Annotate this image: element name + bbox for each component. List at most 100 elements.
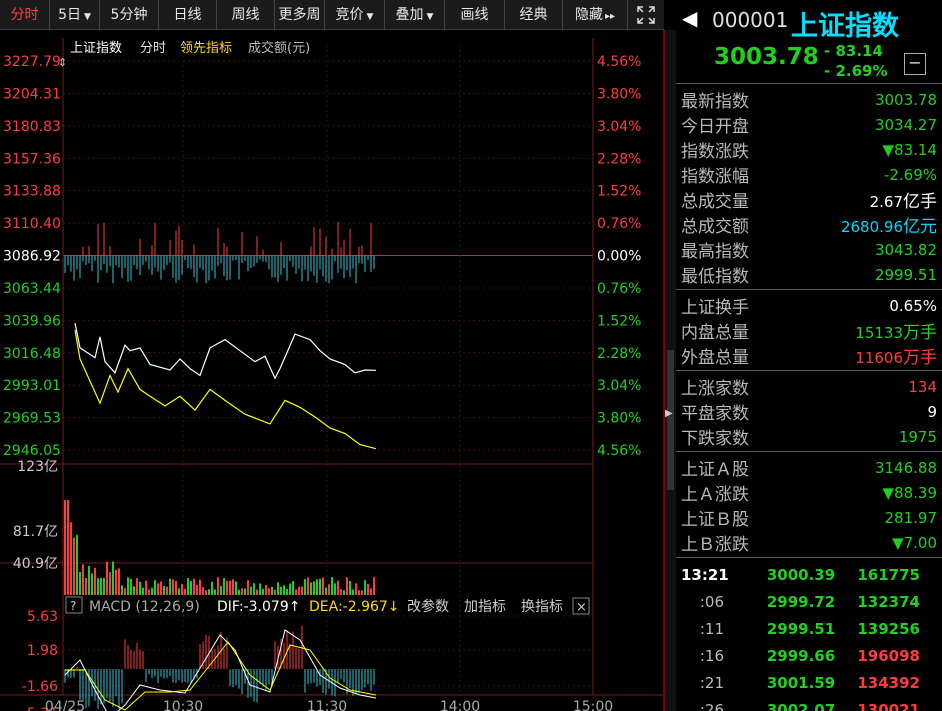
right-axis-label: 4.56% xyxy=(597,54,641,70)
stats-table: 最新指数 3003.78 今日开盘 3034.27 指数涨跌 ▼83.14 指数涨幅 -2.6… xyxy=(676,84,942,558)
toolbar-item-label: 画线 xyxy=(460,7,489,23)
stat-number: 9 xyxy=(927,402,937,421)
stat-value: 11606万手 xyxy=(855,343,937,368)
toolbar-item-9[interactable]: 经典 xyxy=(505,0,563,30)
stat-value: ▼7.00 xyxy=(892,534,937,552)
stat-value: 281.97 xyxy=(885,509,938,527)
toolbar-item-label: 5分钟 xyxy=(110,7,148,23)
tick-price: 2999.66 xyxy=(766,646,836,665)
expand-icon xyxy=(637,6,655,24)
left-axis-label: 3110.40 xyxy=(3,216,61,232)
stat-value: 134 xyxy=(908,378,937,396)
volume-axis-label: 81.7亿 xyxy=(13,524,58,540)
stat-row: 最新指数 3003.78 xyxy=(676,87,942,113)
intraday-chart[interactable]: 上证指数 分时 领先指标 成交额(元) 3227.79 4.56% 3204.31 3.80%… xyxy=(0,30,663,711)
stat-number: ▼83.14 xyxy=(882,140,937,159)
toolbar-item-label: 日线 xyxy=(173,7,202,23)
double-arrow-icon: ▸▸ xyxy=(604,11,616,22)
stat-value: -2.69% xyxy=(884,166,937,184)
stats-group-3: 上证Ａ股 3146.88 上Ａ涨跌 ▼88.39 上证Ｂ股 281.97 上Ｂ涨跌 ▼7.00 xyxy=(676,452,942,558)
left-axis-label: 3086.92 xyxy=(3,249,61,265)
collapse-button[interactable]: − xyxy=(904,53,926,75)
time-axis-label: 04/25 xyxy=(45,699,85,711)
toolbar-item-label: 更多周 xyxy=(278,7,321,23)
time-axis-label: 15:00 xyxy=(573,699,613,711)
add-indicator-button: 加指标 xyxy=(464,599,506,615)
stat-value: ▼83.14 xyxy=(883,141,937,159)
toolbar-item-0[interactable]: 分时 xyxy=(0,0,50,30)
left-axis-label: 3063.44 xyxy=(3,281,61,297)
stat-row: 最高指数 3043.82 xyxy=(676,237,942,263)
right-axis-label: 1.52% xyxy=(597,313,641,329)
toolbar-item-label: 经典 xyxy=(519,7,548,23)
stat-value: 3043.82 xyxy=(875,241,937,259)
stock-code: 000001 xyxy=(712,8,789,32)
left-axis-label: 2993.01 xyxy=(3,378,61,394)
tick-row: 13:21 3000.39 161775 xyxy=(676,561,942,588)
left-axis-label: 3133.88 xyxy=(3,184,61,200)
tick-row: :16 2999.66 196098 xyxy=(676,642,942,669)
scrollbar-handle[interactable] xyxy=(667,350,674,490)
collapse-arrow-icon[interactable]: ▶ xyxy=(665,408,673,419)
right-axis-label: 0.76% xyxy=(597,216,641,232)
stat-value: 2.67亿手 xyxy=(870,187,937,212)
panel-splitter[interactable]: ▶ xyxy=(664,30,676,711)
toolbar-item-label: 竞价 xyxy=(335,7,364,23)
time-axis-label: 10:30 xyxy=(163,699,203,711)
left-axis-label: 3039.96 xyxy=(3,313,61,329)
stat-row: 今日开盘 3034.27 xyxy=(676,112,942,138)
stat-number: 3146.88 xyxy=(874,458,937,477)
stat-value: 1975 xyxy=(899,428,937,446)
stat-number: ▼7.00 xyxy=(892,533,937,552)
stat-label: 总成交额 xyxy=(681,217,749,237)
stat-unit: 万手 xyxy=(903,348,937,368)
stat-row: 上证换手 0.65% xyxy=(676,293,942,319)
right-axis-label: 3.04% xyxy=(597,378,641,394)
toolbar-item-1[interactable]: 5日 ▼ xyxy=(50,0,100,30)
macd-dea: DEA:-2.967↓ xyxy=(309,599,400,615)
tick-volume: 132374 xyxy=(857,592,920,611)
macd-axis-label: -1.66 xyxy=(22,679,58,695)
tick-time: :16 xyxy=(699,646,724,665)
tick-time: :26 xyxy=(699,700,724,711)
stat-value: ▼88.39 xyxy=(883,484,937,502)
toolbar-item-5[interactable]: 更多周 xyxy=(275,0,325,30)
toolbar-item-10[interactable]: 隐藏 ▸▸ xyxy=(563,0,628,30)
tick-list[interactable]: 13:21 3000.39 161775:06 2999.72 132374:11 299… xyxy=(676,558,942,711)
stat-label: 内盘总量 xyxy=(681,323,749,343)
toolbar-item-4[interactable]: 周线 xyxy=(217,0,275,30)
toolbar-item-3[interactable]: 日线 xyxy=(159,0,217,30)
stats-group-0: 最新指数 3003.78 今日开盘 3034.27 指数涨跌 ▼83.14 指数涨幅 -2.6… xyxy=(676,84,942,290)
tick-price: 3000.39 xyxy=(766,565,836,584)
toolbar-item-label: 分时 xyxy=(10,7,39,23)
chevron-down-icon: ▼ xyxy=(366,12,374,22)
tick-volume: 139256 xyxy=(857,619,920,638)
stat-value: 15133万手 xyxy=(855,318,937,343)
chevron-down-icon: ▼ xyxy=(426,12,434,22)
stat-number: 3003.78 xyxy=(874,90,937,109)
tick-row: :06 2999.72 132374 xyxy=(676,588,942,615)
stat-row: 上Ａ涨跌 ▼88.39 xyxy=(676,480,942,506)
toolbar-item-7[interactable]: 叠加 ▼ xyxy=(385,0,445,30)
stat-label: 上Ｂ涨跌 xyxy=(681,535,749,555)
tick-price: 2999.72 xyxy=(766,592,836,611)
stats-group-2: 上涨家数 134 平盘家数 9 下跌家数 1975 xyxy=(676,371,942,452)
change-params-button: 改参数 xyxy=(407,598,449,615)
toolbar-item-2[interactable]: 5分钟 xyxy=(100,0,159,30)
stat-number: 3034.27 xyxy=(874,115,937,134)
stat-number: 15133 xyxy=(855,324,903,342)
tick-time: :11 xyxy=(699,619,724,638)
stat-row: 指数涨跌 ▼83.14 xyxy=(676,137,942,163)
fullscreen-button[interactable] xyxy=(628,0,664,30)
legend-volume: 成交额(元) xyxy=(248,40,310,56)
stat-number: ▼88.39 xyxy=(882,483,937,502)
stat-value: 0.65% xyxy=(889,297,937,315)
legend-index: 上证指数 xyxy=(70,41,122,56)
toolbar-item-8[interactable]: 画线 xyxy=(445,0,505,30)
toolbar-item-6[interactable]: 竞价 ▼ xyxy=(325,0,385,30)
stat-row: 总成交量 2.67亿手 xyxy=(676,187,942,212)
intraday-chart-area[interactable]: 上证指数 分时 领先指标 成交额(元) 3227.79 4.56% 3204.31 3.80%… xyxy=(0,30,664,711)
stat-label: 上证换手 xyxy=(681,298,749,318)
stat-label: 今日开盘 xyxy=(681,117,749,137)
nav-up-icon[interactable]: ◀ xyxy=(682,6,697,30)
